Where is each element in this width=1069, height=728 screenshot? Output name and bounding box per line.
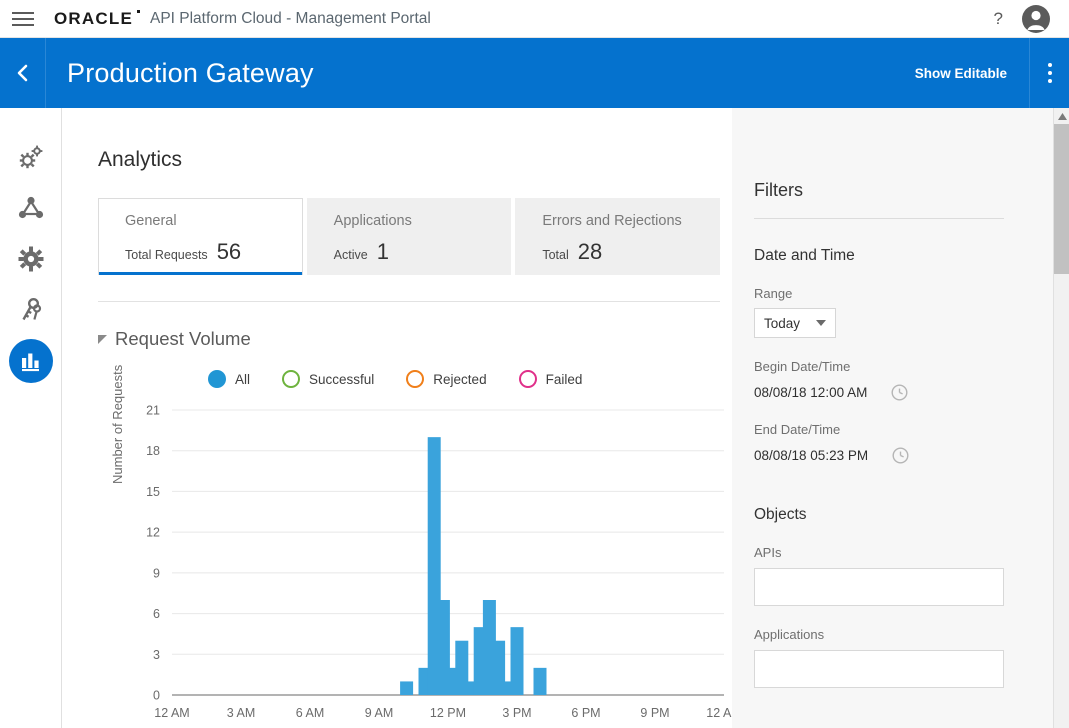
date-and-time-heading: Date and Time — [754, 247, 855, 264]
chart-x-tick-label: 9 AM — [365, 706, 394, 718]
scrollbar-thumb[interactable] — [1054, 124, 1069, 274]
end-datetime-value[interactable]: 08/08/18 05:23 PM — [754, 448, 868, 463]
oracle-logo: ORACLE — [54, 8, 140, 28]
begin-datetime-label: Begin Date/Time — [754, 359, 851, 374]
legend-label: Rejected — [433, 371, 487, 387]
chart-bar[interactable] — [533, 667, 547, 695]
begin-datetime-value[interactable]: 08/08/18 12:00 AM — [754, 385, 867, 400]
apis-label: APIs — [754, 545, 782, 560]
request-volume-title: Request Volume — [115, 328, 251, 349]
legend-swatch-failed-icon — [518, 370, 537, 388]
summary-cards: General Total Requests 56 Applications A… — [98, 198, 721, 275]
chart-x-tick-label: 6 AM — [296, 706, 325, 718]
page-header: Production Gateway Show Editable — [0, 38, 1069, 108]
chart-canvas[interactable]: 0 3 6 9 12 15 18 21 12 AM 3 AM 6 AM 9 AM 12 PM 3 PM 6 … — [98, 398, 738, 719]
active-indicator — [9, 339, 53, 383]
chart-bar[interactable] — [400, 681, 414, 695]
clock-icon[interactable] — [892, 447, 909, 464]
chart-y-tick-label: 18 — [146, 444, 160, 458]
tab-errors-and-rejections[interactable]: Errors and Rejections Total 28 — [515, 198, 721, 275]
card-label: General — [125, 213, 177, 229]
sidebar-item-deployments[interactable] — [0, 132, 62, 182]
sidebar-item-grants[interactable] — [0, 285, 62, 335]
legend-swatch-rejected-icon — [406, 370, 425, 388]
range-dropdown[interactable]: Today — [754, 308, 836, 338]
chart-y-tick-label: 0 — [153, 689, 160, 703]
card-metric-value: 56 — [216, 239, 242, 264]
apis-input[interactable] — [754, 568, 1004, 606]
question-mark-icon[interactable]: ? — [994, 9, 1003, 29]
filters-title: Filters — [754, 180, 803, 200]
card-label: Applications — [333, 213, 412, 229]
range-dropdown-value: Today — [764, 315, 801, 331]
legend-label: All — [235, 371, 251, 387]
hamburger-icon[interactable] — [0, 0, 46, 38]
clock-icon[interactable] — [891, 384, 908, 401]
objects-heading: Objects — [754, 506, 807, 523]
page-title: Production Gateway — [67, 57, 314, 88]
chart-y-tick-label: 9 — [153, 566, 160, 580]
chart-x-tick-label: 12 AM — [154, 706, 189, 718]
end-datetime-label: End Date/Time — [754, 422, 841, 437]
chart-y-tick-label: 6 — [153, 607, 160, 621]
filters-panel: Filters Date and Time Range Today Begin … — [732, 108, 1053, 728]
sidebar-item-nodes[interactable] — [0, 183, 62, 233]
begin-datetime-row: 08/08/18 12:00 AM — [754, 384, 1053, 401]
legend-item-failed[interactable]: Failed — [518, 370, 583, 388]
divider — [98, 301, 720, 302]
legend-label: Failed — [545, 371, 583, 387]
legend-item-all[interactable]: All — [208, 370, 250, 388]
chart-x-tick-label: 3 AM — [227, 706, 256, 718]
chart-y-tick-label: 12 — [146, 526, 160, 540]
request-volume-chart: Number of Requests 0 3 6 9 12 15 18 21 12 AM 3 AM… — [98, 365, 738, 719]
kebab-menu-icon[interactable] — [1029, 38, 1069, 108]
card-metric-value: 1 — [376, 239, 389, 264]
back-button[interactable] — [0, 38, 46, 108]
chevron-left-icon — [17, 64, 27, 82]
chart-x-tick-label: 3 PM — [502, 706, 531, 718]
end-datetime-row: 08/08/18 05:23 PM — [754, 447, 1053, 464]
tab-general[interactable]: General Total Requests 56 — [98, 198, 303, 275]
sidebar-item-analytics[interactable] — [0, 336, 62, 386]
card-metric-label: Active — [333, 248, 368, 262]
show-editable-link[interactable]: Show Editable — [915, 66, 1029, 81]
keys-icon — [22, 297, 42, 321]
scroll-up-arrow-icon[interactable] — [1054, 108, 1069, 124]
chevron-down-icon — [816, 320, 826, 326]
bar-chart-icon — [22, 353, 39, 372]
node-network-icon — [18, 196, 44, 219]
gear-icon — [18, 246, 44, 272]
chart-x-tick-label: 6 PM — [571, 706, 600, 718]
legend-swatch-successful-icon — [282, 370, 301, 388]
tab-applications[interactable]: Applications Active 1 — [306, 198, 512, 275]
applications-label: Applications — [754, 627, 825, 642]
card-metric-label: Total — [542, 248, 569, 262]
chart-y-tick-label: 15 — [146, 485, 160, 499]
card-metric-label: Total Requests — [125, 248, 208, 262]
applications-input[interactable] — [754, 650, 1004, 688]
chart-x-tick-label: 12 PM — [430, 706, 466, 718]
legend-swatch-all-icon — [208, 370, 226, 388]
chart-y-tick-label: 21 — [146, 404, 160, 418]
card-label: Errors and Rejections — [542, 213, 682, 229]
top-app-bar: ORACLE API Platform Cloud - Management P… — [0, 0, 1069, 38]
legend-label: Successful — [309, 371, 375, 387]
sidebar-item-settings[interactable] — [0, 234, 62, 284]
triangle-collapse-icon[interactable] — [98, 334, 107, 344]
left-rail — [0, 108, 62, 728]
user-avatar-icon[interactable] — [1021, 4, 1051, 34]
range-label: Range — [754, 286, 793, 301]
divider — [754, 218, 1004, 219]
legend-item-rejected[interactable]: Rejected — [406, 370, 487, 388]
gears-icon — [19, 145, 43, 169]
top-bar-actions: ? — [994, 4, 1069, 34]
chart-x-tick-label: 9 PM — [640, 706, 669, 718]
chart-bar[interactable] — [510, 627, 524, 695]
legend-item-successful[interactable]: Successful — [282, 370, 374, 388]
vertical-scrollbar[interactable] — [1053, 108, 1069, 728]
app-title: API Platform Cloud - Management Portal — [149, 9, 431, 27]
card-metric-value: 28 — [577, 239, 603, 264]
chart-y-tick-label: 3 — [153, 648, 160, 662]
